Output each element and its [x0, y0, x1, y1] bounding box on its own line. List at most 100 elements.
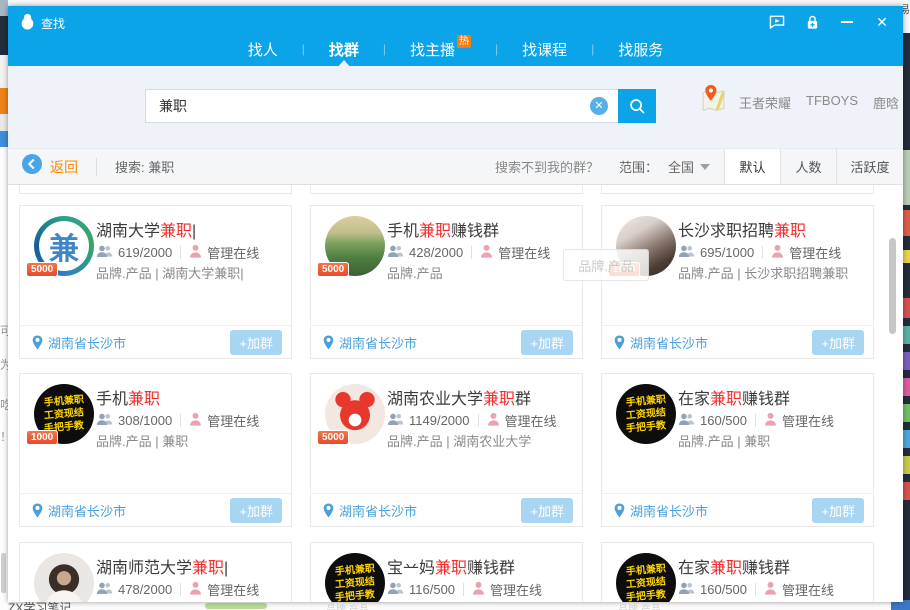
divider	[478, 414, 479, 427]
group-location: 湖南省长沙市	[32, 333, 126, 352]
bg-fragment	[903, 150, 910, 205]
group-title: 宝䒑妈兼职赚钱群	[387, 554, 515, 578]
group-avatar: 手机兼职工资现结手把手教	[616, 553, 676, 602]
hot-word[interactable]: 鹿晗	[873, 93, 899, 112]
bg-fragment	[0, 131, 8, 147]
group-location: 湖南省长沙市	[32, 501, 126, 520]
group-card[interactable]: 1000 长沙求职招聘兼职 695/1000 管理在线 品牌.产品 | 长沙求职…	[601, 205, 874, 359]
hot-word[interactable]: TFBOYS	[806, 93, 858, 112]
minimize-button[interactable]	[838, 14, 856, 30]
group-card[interactable]: 手机兼职工资现结手把手教 宝䒑妈兼职赚钱群 116/500 管理在线 +加群	[310, 542, 583, 602]
location-pin-icon	[32, 503, 43, 518]
admin-status: 管理在线	[782, 580, 834, 599]
divider	[762, 246, 763, 259]
scope-label: 范围：	[619, 157, 658, 176]
group-card[interactable]: 5000 湖南农业大学兼职群 1149/2000 管理在线 品牌.产品 | 湖南…	[310, 373, 583, 527]
admin-online-icon	[771, 244, 784, 261]
current-query-label: 搜索: 兼职	[115, 157, 174, 176]
search-button[interactable]	[618, 89, 656, 123]
feedback-icon[interactable]	[768, 14, 786, 30]
background-right-strip: 易	[903, 0, 910, 610]
bg-fragment	[0, 114, 8, 131]
scrollbar-thumb[interactable]	[889, 238, 896, 334]
results-toolbar: 返回 搜索: 兼职 搜索不到我的群？ 范围： 全国 默认 人数 活跃度	[8, 148, 903, 185]
tab-find-groups[interactable]: 找群	[305, 39, 383, 60]
members-icon	[387, 581, 404, 598]
fading-tooltip: 品牌.产品	[563, 249, 649, 281]
clear-search-icon[interactable]: ✕	[590, 97, 608, 115]
group-tags: 品牌.产品 | 兼职	[678, 431, 770, 450]
bg-fragment	[0, 16, 8, 55]
back-arrow-icon[interactable]	[22, 154, 42, 179]
bg-text-fragment: 可	[0, 322, 8, 339]
admin-online-icon	[189, 244, 202, 261]
tab-find-streamers[interactable]: 找主播热	[386, 39, 495, 60]
window-identity: 查找	[20, 13, 65, 33]
bg-text-fragment: 易	[903, 1, 910, 17]
bg-fragment	[903, 352, 910, 370]
group-card[interactable]: 湖南师范大学兼职| 478/2000 管理在线 +加群	[19, 542, 292, 602]
group-card[interactable]: 手机兼职工资现结手把手教 在家兼职赚钱群 160/500 管理在线 +加群	[601, 542, 874, 602]
toolbar-left: 返回 搜索: 兼职	[22, 149, 174, 184]
join-group-button[interactable]: +加群	[230, 330, 282, 355]
sort-tab-members[interactable]: 人数	[781, 149, 837, 184]
bg-fragment	[903, 430, 910, 448]
hot-badge: 热	[457, 35, 471, 48]
group-capacity-badge: 5000	[317, 262, 349, 277]
hot-search-area: 王者荣耀 TFBOYS 鹿晗	[700, 83, 899, 121]
admin-status: 管理在线	[782, 411, 834, 430]
bg-fragment	[903, 404, 910, 422]
tab-find-services[interactable]: 找服务	[594, 39, 687, 60]
join-group-button[interactable]: +加群	[812, 498, 864, 523]
tab-find-courses[interactable]: 找课程	[498, 39, 591, 60]
bg-text-fragment: ！	[0, 428, 8, 445]
group-tags: 品牌.产品 | 湖南大学兼职|	[96, 263, 244, 282]
bg-ghost-text: 品牌.产品	[618, 602, 661, 610]
group-tags: 品牌.产品 | 兼职	[96, 431, 188, 450]
back-button[interactable]: 返回	[50, 157, 78, 177]
group-meta: 116/500 管理在线	[387, 580, 542, 599]
hot-word[interactable]: 王者荣耀	[739, 93, 791, 112]
member-count: 428/2000	[409, 245, 463, 260]
bg-fragment	[903, 298, 910, 318]
group-meta: 695/1000 管理在线	[678, 243, 841, 262]
window-title: 查找	[41, 15, 65, 32]
join-group-button[interactable]: +加群	[521, 498, 573, 523]
join-group-button[interactable]: +加群	[230, 498, 282, 523]
join-group-button[interactable]: +加群	[521, 330, 573, 355]
partial-card-stub	[19, 185, 292, 194]
hot-words: 王者荣耀 TFBOYS 鹿晗	[739, 93, 899, 112]
qq-penguin-icon	[20, 13, 35, 33]
group-card[interactable]: 5000 手机兼职赚钱群 428/2000 管理在线 品牌.产品 湖南省长沙市 …	[310, 205, 583, 359]
scope-dropdown[interactable]: 全国	[668, 157, 694, 176]
hot-map-pin-icon	[700, 83, 727, 121]
group-avatar: 手机兼职工资现结手把手教	[616, 384, 676, 444]
group-tags: 品牌.产品	[387, 263, 443, 282]
cannot-find-group-link[interactable]: 搜索不到我的群？	[495, 157, 599, 176]
search-bar: ✕	[145, 89, 656, 123]
members-icon	[387, 412, 404, 429]
admin-online-icon	[189, 581, 202, 598]
window-controls: ✕	[768, 14, 891, 30]
group-card[interactable]: 兼 5000 湖南大学兼职| 619/2000 管理在线 品牌.产品 | 湖南大…	[19, 205, 292, 359]
admin-status: 管理在线	[505, 411, 557, 430]
admin-online-icon	[472, 581, 485, 598]
chevron-down-icon[interactable]	[700, 164, 710, 170]
close-button[interactable]: ✕	[873, 14, 891, 30]
security-lock-icon[interactable]	[803, 14, 821, 30]
members-icon	[678, 244, 695, 261]
join-group-button[interactable]: +加群	[812, 330, 864, 355]
bg-fragment	[903, 326, 910, 344]
member-count: 478/2000	[118, 582, 172, 597]
group-avatar	[34, 553, 94, 602]
group-card[interactable]: 手机兼职工资现结手把手教 在家兼职赚钱群 160/500 管理在线 品牌.产品 …	[601, 373, 874, 527]
search-input[interactable]	[145, 89, 618, 123]
sort-tab-default[interactable]: 默认	[725, 149, 781, 184]
sort-tab-activity[interactable]: 活跃度	[837, 149, 903, 184]
titlebar: 查找 ✕ 找人 | 找群 | 找主播热 | 找课程 | 找服务	[8, 6, 903, 66]
toolbar-right: 搜索不到我的群？ 范围： 全国 默认 人数 活跃度	[495, 149, 903, 184]
location-pin-icon	[323, 503, 334, 518]
group-card[interactable]: 手机兼职工资现结手把手教 1000 手机兼职 308/1000 管理在线 品牌.…	[19, 373, 292, 527]
admin-status: 管理在线	[490, 580, 542, 599]
tab-find-people[interactable]: 找人	[224, 39, 302, 60]
